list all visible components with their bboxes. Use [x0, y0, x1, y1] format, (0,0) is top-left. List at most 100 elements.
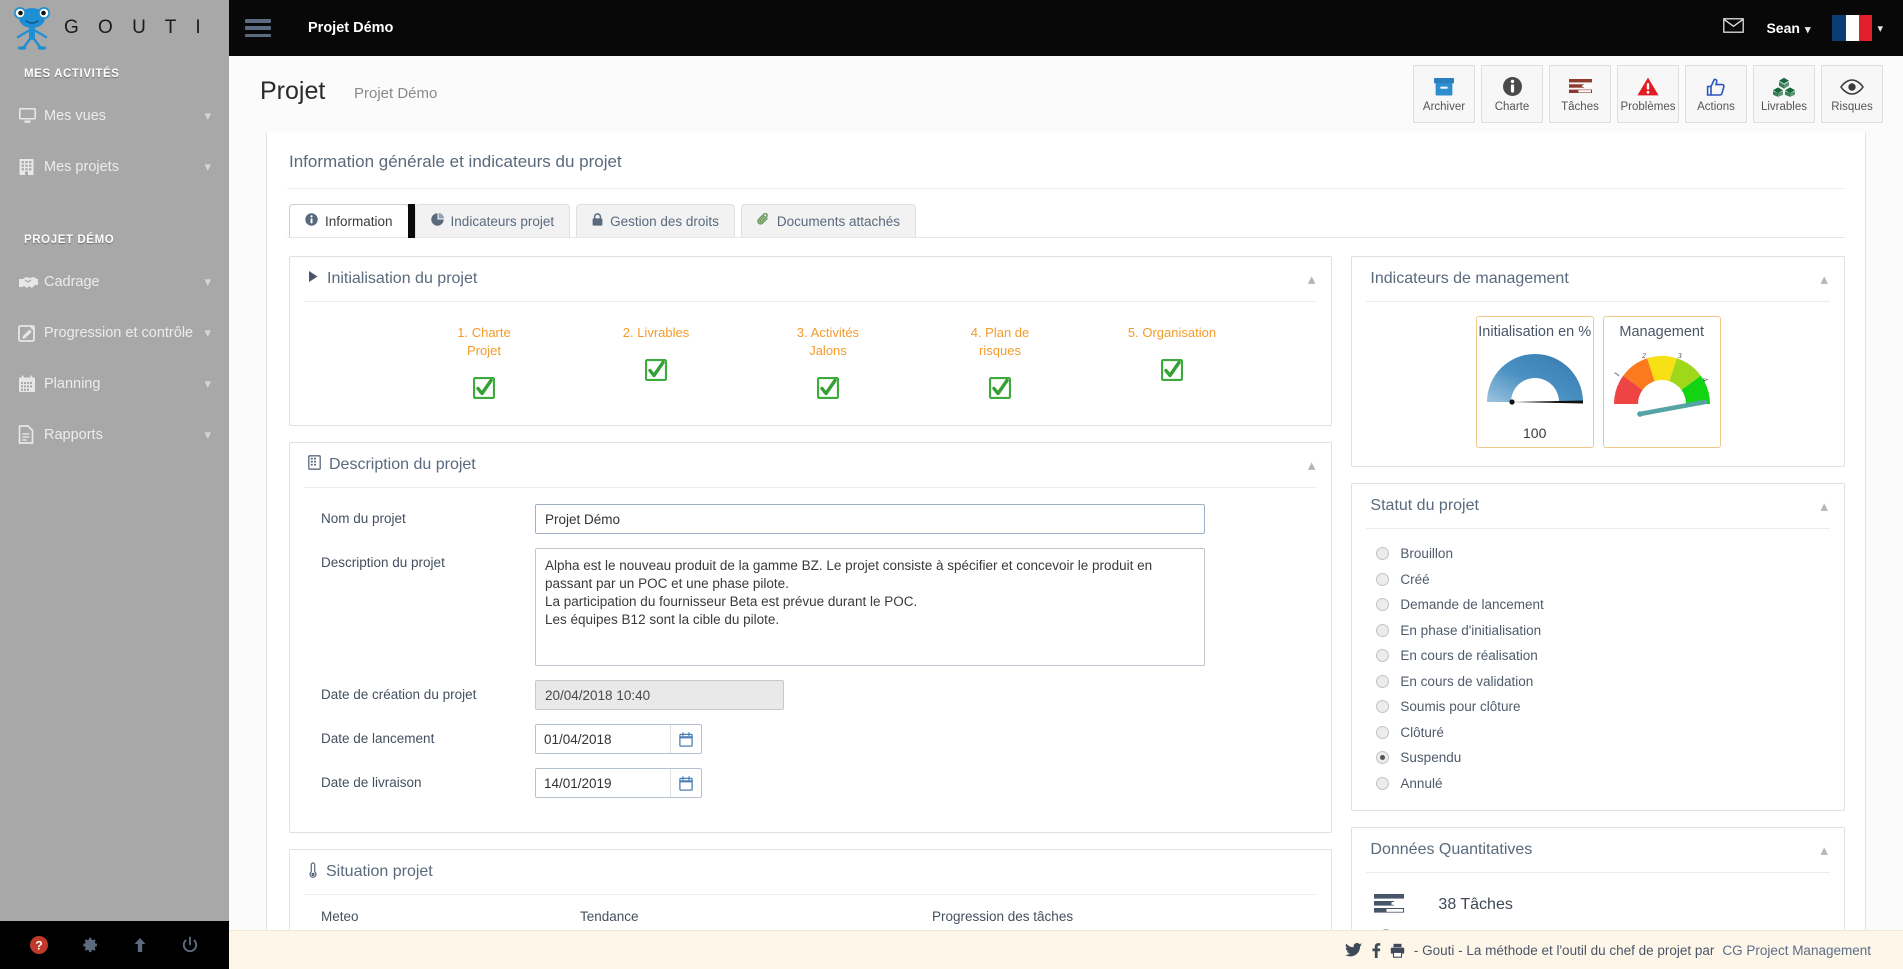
- sidebar-item-mes-projets[interactable]: Mes projets ▾: [0, 141, 229, 192]
- radio-button[interactable]: [1376, 649, 1390, 663]
- chevron-up-icon[interactable]: ▴: [1820, 497, 1828, 515]
- radio-label: Soumis pour clôture: [1400, 699, 1521, 715]
- twitter-icon[interactable]: [1344, 943, 1362, 957]
- france-flag-icon: [1832, 15, 1873, 41]
- statut-option-brouillon[interactable]: Brouillon: [1352, 541, 1844, 567]
- tab-gestion-des-droits[interactable]: Gestion des droits: [576, 204, 735, 237]
- init-step[interactable]: 5. Organisation: [1086, 324, 1258, 399]
- sidebar-item-rapports[interactable]: Rapports ▾: [0, 409, 229, 460]
- indicateurs-header: Indicateurs de management ▴: [1352, 257, 1844, 301]
- radio-button[interactable]: [1376, 776, 1390, 790]
- chevron-down-icon: ▾: [204, 324, 211, 340]
- init-step[interactable]: 4. Plan de risques: [914, 324, 1086, 399]
- play-triangle-icon: [308, 270, 319, 288]
- thermometer-icon: [308, 861, 318, 883]
- checked-box-icon: [1086, 359, 1258, 381]
- user-menu[interactable]: Sean ▾: [1766, 20, 1810, 36]
- livrables-button[interactable]: Livrables: [1753, 65, 1815, 123]
- action-label: Tâches: [1561, 100, 1599, 113]
- date-livraison-input[interactable]: [536, 769, 670, 797]
- printer-icon[interactable]: [1390, 943, 1405, 958]
- init-step[interactable]: 1. Charte Projet: [398, 324, 570, 399]
- init-step[interactable]: 3. Activités Jalons: [742, 324, 914, 399]
- calendar-picker-icon[interactable]: [670, 769, 701, 797]
- tab-label: Information: [325, 213, 393, 229]
- help-icon[interactable]: ?: [29, 935, 49, 955]
- page-title: Projet: [260, 77, 326, 105]
- upload-arrow-icon[interactable]: [130, 935, 150, 955]
- topbar-project-title: Projet Démo: [308, 20, 394, 36]
- tab-indicateurs-projet[interactable]: Indicateurs projet: [414, 204, 571, 237]
- sidebar-item-label: Progression et contrôle: [44, 324, 194, 341]
- action-label: Charte: [1494, 100, 1530, 113]
- facebook-icon[interactable]: [1371, 942, 1381, 958]
- charte-button[interactable]: Charte: [1481, 65, 1543, 123]
- radio-button[interactable]: [1376, 674, 1390, 688]
- taches-button[interactable]: Tâches: [1549, 65, 1611, 123]
- chevron-up-icon[interactable]: ▴: [1820, 841, 1828, 859]
- radio-button[interactable]: [1376, 700, 1390, 714]
- radio-label: En cours de validation: [1400, 673, 1534, 689]
- radio-button[interactable]: [1376, 623, 1390, 637]
- livraison-label: Date de livraison: [321, 775, 422, 790]
- date-livraison-field[interactable]: [535, 768, 702, 798]
- description-title: Description du projet: [308, 455, 476, 475]
- statut-option-en-cours-de-realisation[interactable]: En cours de réalisation: [1352, 643, 1844, 669]
- page-action-toolbar: Archiver Charte Tâches Problèmes Actions: [1413, 65, 1883, 123]
- monitor-icon: [18, 107, 44, 124]
- radio-button[interactable]: [1376, 572, 1390, 586]
- gear-icon[interactable]: [79, 935, 99, 955]
- statut-option-en-cours-de-validation[interactable]: En cours de validation: [1352, 669, 1844, 695]
- statut-option-suspendu[interactable]: Suspendu: [1352, 745, 1844, 771]
- calendar-icon: [18, 375, 44, 393]
- sidebar-item-mes-vues[interactable]: Mes vues ▾: [0, 90, 229, 141]
- gauge-tick-4: 4: [1700, 376, 1710, 384]
- statut-option-en-phase-dinitialisation[interactable]: En phase d'initialisation: [1352, 618, 1844, 644]
- problemes-button[interactable]: Problèmes: [1617, 65, 1679, 123]
- radio-button[interactable]: [1376, 547, 1390, 561]
- radio-button[interactable]: [1376, 725, 1390, 739]
- top-bar: Projet Démo Sean ▾ ▾: [229, 0, 1903, 56]
- radio-button-selected[interactable]: [1376, 751, 1390, 765]
- risques-button[interactable]: Risques: [1821, 65, 1883, 123]
- footer-link[interactable]: CG Project Management: [1722, 943, 1871, 958]
- sidebar-item-progression[interactable]: Progression et contrôle ▾: [0, 307, 229, 358]
- info-icon: [305, 213, 318, 229]
- description-textarea[interactable]: Alpha est le nouveau produit de la gamme…: [535, 548, 1205, 666]
- radio-button[interactable]: [1376, 598, 1390, 612]
- date-lancement-input[interactable]: [536, 725, 670, 753]
- user-name: Sean: [1766, 20, 1800, 36]
- statut-option-demande-de-lancement[interactable]: Demande de lancement: [1352, 592, 1844, 618]
- hamburger-menu-icon[interactable]: [245, 19, 271, 37]
- color-segment-gauge: 1 2 3 4: [1612, 351, 1710, 417]
- statut-option-soumis-pour-cloture[interactable]: Soumis pour clôture: [1352, 694, 1844, 720]
- chevron-up-icon[interactable]: ▴: [1820, 270, 1828, 288]
- tab-documents-attaches[interactable]: Documents attachés: [740, 204, 916, 237]
- init-step[interactable]: 2. Livrables: [570, 324, 742, 399]
- svg-text:?: ?: [35, 939, 42, 953]
- statut-option-cree[interactable]: Créé: [1352, 567, 1844, 593]
- language-selector[interactable]: ▾: [1832, 15, 1883, 41]
- gauge-tick-3: 3: [1677, 351, 1682, 360]
- statut-option-annule[interactable]: Annulé: [1352, 771, 1844, 797]
- brand-logo[interactable]: G O U T I: [0, 0, 229, 56]
- chevron-up-icon[interactable]: ▴: [1308, 456, 1316, 474]
- statut-option-cloture[interactable]: Clôturé: [1352, 720, 1844, 746]
- info-circle-icon: [1502, 76, 1523, 98]
- creation-label: Date de création du projet: [321, 687, 477, 702]
- tab-information[interactable]: Information: [289, 204, 415, 238]
- envelope-icon[interactable]: [1723, 18, 1745, 38]
- sidebar-item-planning[interactable]: Planning ▾: [0, 358, 229, 409]
- archiver-button[interactable]: Archiver: [1413, 65, 1475, 123]
- date-lancement-field[interactable]: [535, 724, 702, 754]
- pie-chart-icon: [430, 213, 444, 229]
- sidebar-item-cadrage[interactable]: Cadrage ▾: [0, 256, 229, 307]
- actions-button[interactable]: Actions: [1685, 65, 1747, 123]
- calendar-picker-icon[interactable]: [670, 725, 701, 753]
- tab-bar: Information Indicateurs projet Gestion d…: [267, 189, 1865, 238]
- footer-text: - Gouti - La méthode et l'outil du chef …: [1413, 942, 1715, 958]
- nom-du-projet-input[interactable]: [535, 504, 1205, 534]
- quantitative-row-taches: 38 Tâches: [1352, 883, 1844, 927]
- chevron-up-icon[interactable]: ▴: [1308, 270, 1316, 288]
- power-icon[interactable]: [180, 935, 200, 955]
